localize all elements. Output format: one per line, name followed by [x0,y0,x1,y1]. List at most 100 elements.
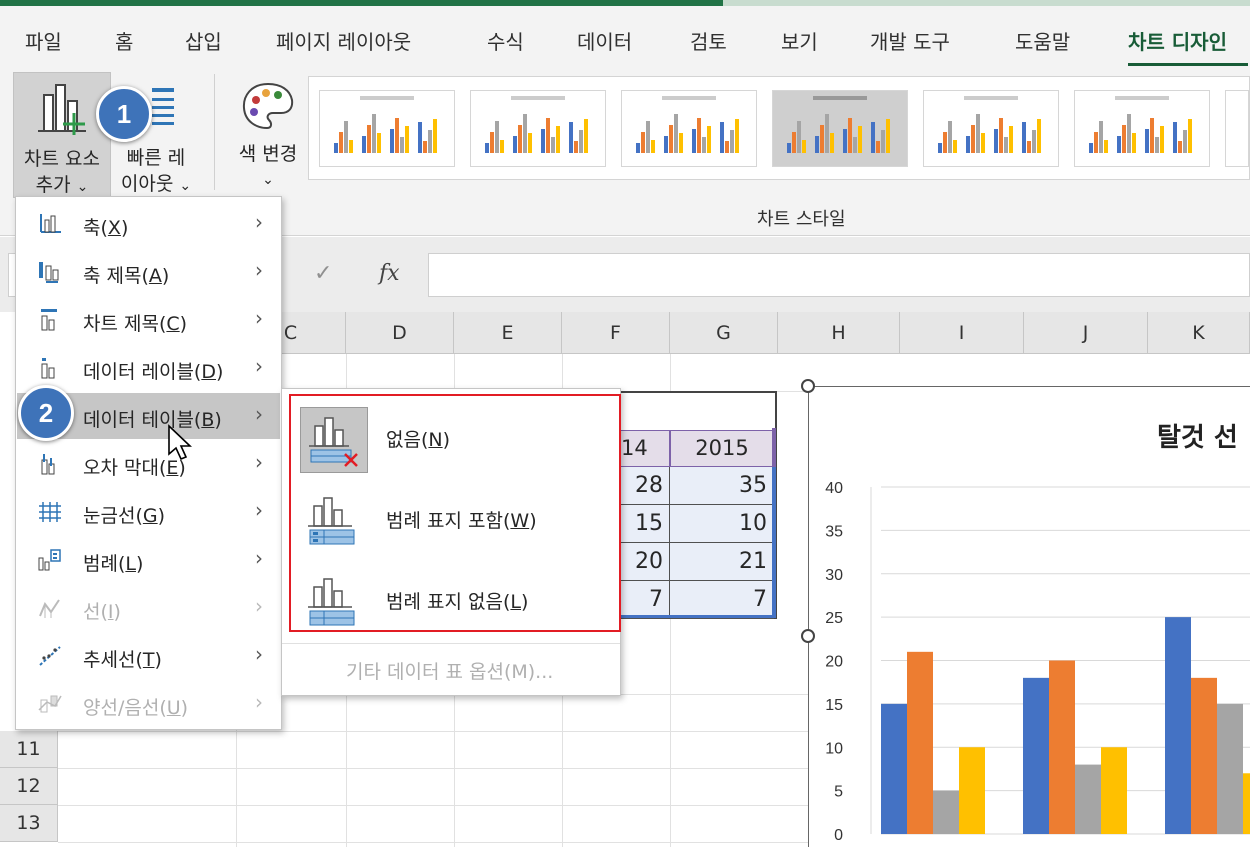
column-header[interactable]: G [670,312,778,354]
chart-style-1[interactable] [319,90,455,167]
resize-handle[interactable] [801,629,815,643]
chart-style-5[interactable] [923,90,1059,167]
chart-style-6[interactable] [1074,90,1210,167]
menu-item-error-bar[interactable]: 오차 막대(E) › [17,441,280,487]
menu-divider [282,643,620,644]
table-cell[interactable]: 15 [620,505,670,543]
thumbnail-bar [495,121,499,153]
resize-handle[interactable] [801,379,815,393]
menu-item-trendline[interactable]: 추세선(T) › [17,633,280,679]
insert-function-icon[interactable]: fx [379,261,400,286]
add-chart-element-icon [38,84,86,135]
thumbnail-bar [1117,136,1121,153]
tab-help[interactable]: 도움말 [1015,26,1070,55]
table-cell[interactable]: 10 [670,505,774,543]
table-cell[interactable]: 21 [670,543,774,581]
chart-bar [881,703,907,834]
tab-view[interactable]: 보기 [781,26,818,55]
table-header-cell[interactable]: 2015 [670,430,774,467]
column-header[interactable]: E [454,312,562,354]
tab-data[interactable]: 데이터 [577,26,632,55]
column-header[interactable]: K [1148,312,1250,354]
chart-bar [1023,677,1049,834]
tab-file[interactable]: 파일 [25,26,62,55]
chart-style-7[interactable] [1225,90,1249,167]
menu-item-up-down-bars[interactable]: 양선/음선(U) › [17,681,280,727]
data-table-option-none[interactable]: 없음(N) [282,399,612,473]
active-tab-indicator [1128,63,1248,66]
enter-check-icon[interactable]: ✓ [314,261,332,286]
thumbnail-bar [1155,137,1159,153]
formula-input[interactable] [428,253,1250,297]
thumbnail-bar [815,136,819,153]
menu-item-gridlines[interactable]: 눈금선(G) › [17,489,280,535]
tab-developer[interactable]: 개발 도구 [870,26,950,55]
thumbnail-bar [584,119,588,153]
thumbnail-bar [641,132,645,153]
thumbnail-bar [579,130,583,153]
menu-item-axis-title[interactable]: 축 제목(A) › [17,249,280,295]
table-header-cell[interactable]: 14 [620,430,670,467]
mouse-cursor-icon [168,424,192,461]
column-header[interactable]: F [562,312,670,354]
thumbnail-bar [1104,140,1108,153]
tab-insert[interactable]: 삽입 [185,26,222,55]
tab-home[interactable]: 홈 [115,26,133,55]
submenu-arrow-icon: › [255,258,263,282]
tab-page-layout[interactable]: 페이지 레이아웃 [276,26,411,55]
thumbnail-bar [787,143,791,153]
lines-icon [37,596,63,620]
row-header[interactable]: 13 [0,805,58,842]
data-table-option-no-legend-keys[interactable]: 범례 표지 없음(L) [282,561,612,635]
thumbnail-bar [651,140,655,153]
chart-style-3[interactable] [621,90,757,167]
change-colors-button[interactable]: 색 변경 ⌄ [228,72,308,198]
thumbnail-bar [551,137,555,153]
thumbnail-bar [999,118,1003,153]
chart-area[interactable]: 탈것 선 40 35 30 25 20 15 10 5 0 [808,386,1250,847]
column-header[interactable]: D [346,312,454,354]
tab-review[interactable]: 검토 [690,26,727,55]
data-table-option-with-legend-keys[interactable]: 범례 표지 포함(W) [282,480,612,554]
thumbnail-bar [1094,132,1098,153]
add-chart-element-button[interactable]: 차트 요소 차트 요소추가 ⌄ [13,72,111,198]
row-header[interactable]: 12 [0,768,58,805]
tab-formulas[interactable]: 수식 [487,26,524,55]
chart-style-4[interactable] [772,90,908,167]
chart-style-thumbnail [1089,96,1192,153]
menu-item-lines[interactable]: 선(I) › [17,585,280,631]
thumbnail-bar [569,122,573,153]
thumbnail-bar [344,121,348,153]
column-header[interactable]: I [900,312,1024,354]
chart-styles-group-label: 차트 스타일 [757,209,846,230]
add-chart-element-label-1: 차트 요소 [24,148,100,170]
chart-style-2[interactable] [470,90,606,167]
y-tick-label: 35 [825,523,843,540]
table-cell[interactable]: 28 [620,467,670,505]
tab-chart-design[interactable]: 차트 디자인 [1128,26,1227,55]
thumbnail-bar [1178,141,1182,153]
thumbnail-bar [876,141,880,153]
menu-item-legend[interactable]: 범례(L) › [17,537,280,583]
table-cell[interactable]: 35 [670,467,774,505]
more-data-table-options[interactable]: 기타 데이터 표 옵션(M)... [346,657,553,684]
thumbnail-bar [500,140,504,153]
column-header[interactable]: J [1024,312,1148,354]
thumbnail-bar [349,140,353,153]
column-header[interactable]: H [778,312,900,354]
row-header[interactable]: 11 [0,731,58,768]
thumbnail-bar [943,132,947,153]
table-cell[interactable]: 7 [620,581,670,619]
ribbon-tabs: 파일 홈 삽입 페이지 레이아웃 수식 데이터 검토 보기 개발 도구 도움말 … [0,6,1250,68]
menu-item-data-label[interactable]: 데이터 레이블(D) › [17,345,280,391]
table-cell[interactable]: 7 [670,581,774,619]
y-tick-label: 0 [834,827,843,844]
formula-buttons: ✓ fx [284,253,420,297]
submenu-arrow-icon: › [255,402,263,426]
table-cell[interactable]: 20 [620,543,670,581]
thumbnail-bar [853,137,857,153]
menu-item-chart-title[interactable]: 차트 제목(C) › [17,297,280,343]
chart-bar [933,790,959,834]
thumbnail-bar [377,133,381,153]
menu-item-axis[interactable]: 축(X) › [17,201,280,247]
